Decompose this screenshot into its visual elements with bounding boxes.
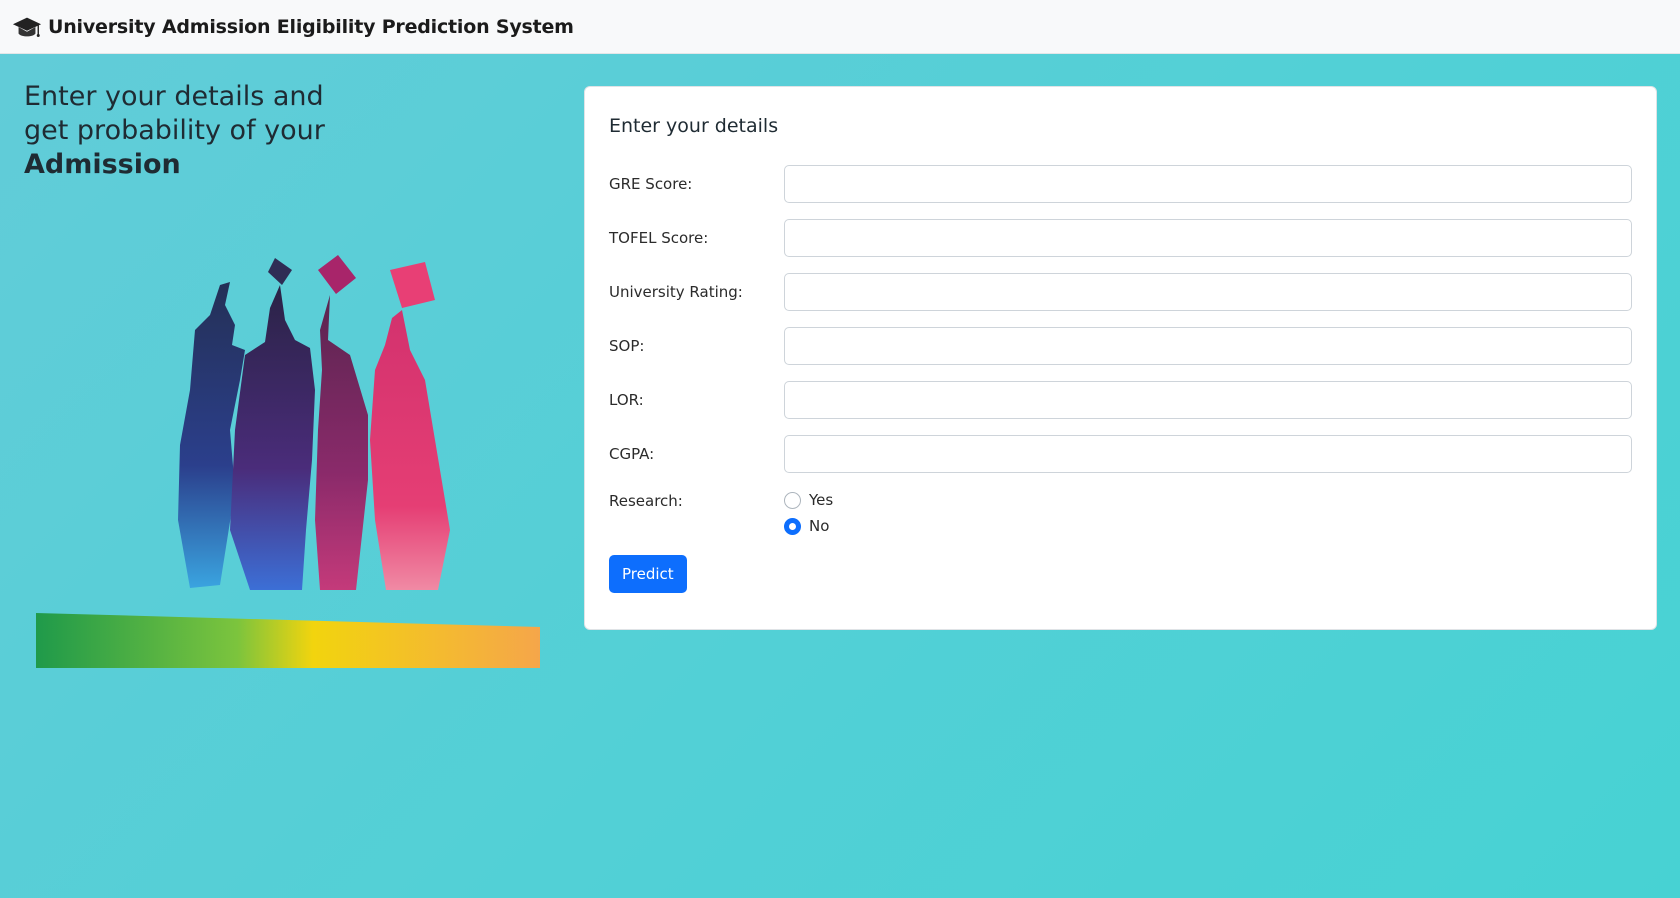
hero-line-3: Admission bbox=[24, 149, 181, 180]
research-yes-radio[interactable] bbox=[784, 491, 801, 509]
research-radio-group: Yes No bbox=[784, 489, 833, 537]
university-rating-label: University Rating: bbox=[609, 283, 743, 301]
university-rating-row: University Rating: bbox=[609, 273, 1632, 311]
cgpa-label: CGPA: bbox=[609, 445, 655, 463]
cgpa-row: CGPA: bbox=[609, 435, 1632, 473]
hero-line-1: Enter your details and bbox=[24, 81, 324, 112]
navbar: University Admission Eligibility Predict… bbox=[0, 0, 1680, 54]
lor-input[interactable] bbox=[784, 381, 1632, 419]
research-no-radio[interactable] bbox=[784, 517, 801, 535]
tofel-score-row: TOFEL Score: bbox=[609, 219, 1632, 257]
graduates-illustration bbox=[36, 255, 540, 668]
sop-input[interactable] bbox=[784, 327, 1632, 365]
research-row: Research: Yes No bbox=[609, 489, 1632, 537]
research-yes-option[interactable]: Yes bbox=[784, 489, 833, 511]
lor-row: LOR: bbox=[609, 381, 1632, 419]
form-title: Enter your details bbox=[609, 115, 779, 137]
research-yes-label[interactable]: Yes bbox=[809, 491, 833, 509]
cgpa-input[interactable] bbox=[784, 435, 1632, 473]
gre-score-label: GRE Score: bbox=[609, 175, 693, 193]
lor-label: LOR: bbox=[609, 391, 644, 409]
research-no-option[interactable]: No bbox=[784, 515, 833, 537]
research-no-label[interactable]: No bbox=[809, 517, 829, 535]
research-label: Research: bbox=[609, 492, 683, 510]
university-rating-input[interactable] bbox=[784, 273, 1632, 311]
hero-line-2: get probability of your bbox=[24, 115, 325, 146]
gre-score-input[interactable] bbox=[784, 165, 1632, 203]
graduation-cap-icon bbox=[12, 17, 42, 37]
sop-row: SOP: bbox=[609, 327, 1632, 365]
hero-heading: Enter your details and get probability o… bbox=[24, 80, 354, 182]
tofel-score-input[interactable] bbox=[784, 219, 1632, 257]
sop-label: SOP: bbox=[609, 337, 645, 355]
app-title[interactable]: University Admission Eligibility Predict… bbox=[48, 16, 574, 38]
predict-button[interactable]: Predict bbox=[609, 555, 687, 593]
tofel-score-label: TOFEL Score: bbox=[609, 229, 709, 247]
details-form-card: Enter your details GRE Score: TOFEL Scor… bbox=[584, 86, 1657, 630]
gre-score-row: GRE Score: bbox=[609, 165, 1632, 203]
